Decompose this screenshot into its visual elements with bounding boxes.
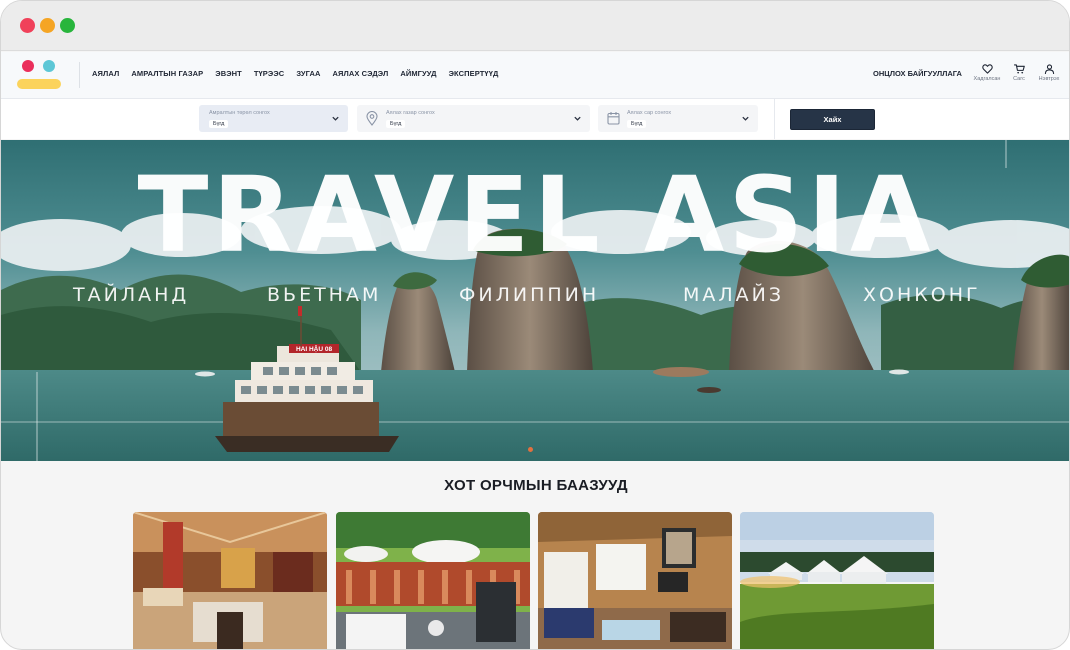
logo-cyan-dot bbox=[43, 60, 55, 72]
vacation-type-select[interactable]: Амралтын төрөл сонгох Бүгд bbox=[199, 105, 348, 132]
search-bar: Амралтын төрөл сонгох Бүгд Аялах газар с… bbox=[1, 99, 1069, 139]
camp-card[interactable] bbox=[336, 512, 530, 649]
camp-card[interactable] bbox=[740, 512, 934, 649]
vacation-type-value: Бүгд bbox=[209, 120, 229, 128]
chevron-down-icon bbox=[742, 116, 749, 121]
browser-window: АЯЛАЛ АМРАЛТЫН ГАЗАР ЭВЭНТ ТҮРЭЭС ЗУГАА … bbox=[0, 0, 1070, 650]
chevron-down-icon bbox=[574, 116, 581, 121]
chevron-down-icon bbox=[332, 116, 339, 121]
hero-banner[interactable]: HAI HẬU 08 TRAVEL ASIA ТАЙЛАНД ВЬЕТНАМ Ф… bbox=[1, 140, 1069, 461]
camp-card[interactable] bbox=[133, 512, 327, 649]
logo-yellow-bar bbox=[17, 79, 61, 89]
cart-icon bbox=[1013, 64, 1025, 74]
nav-item-hangouts[interactable]: ЗУГАА bbox=[296, 69, 320, 78]
nav-item-experts[interactable]: ЭКСПЕРТҮҮД bbox=[449, 69, 499, 78]
destination-select[interactable]: Аялах газар сонгох Бүгд bbox=[357, 105, 590, 132]
location-pin-icon bbox=[366, 111, 378, 126]
nav-item-provinces[interactable]: АЙМГУУД bbox=[400, 69, 436, 78]
boat-sign-text: HAI HẬU 08 bbox=[296, 344, 333, 353]
country-vietnam: ВЬЕТНАМ bbox=[267, 284, 382, 306]
month-value: Бүгд bbox=[627, 120, 647, 128]
login-button[interactable]: Нэвтрэх bbox=[1029, 64, 1069, 82]
close-window-button[interactable] bbox=[20, 18, 35, 33]
country-hongkong: ХОНКОНГ bbox=[863, 284, 981, 306]
main-nav: АЯЛАЛ АМРАЛТЫН ГАЗАР ЭВЭНТ ТҮРЭЭС ЗУГАА … bbox=[92, 69, 510, 78]
calendar-icon bbox=[607, 112, 620, 125]
month-select[interactable]: Аялах сар сонгох Бүгд bbox=[598, 105, 758, 132]
camp-card[interactable] bbox=[538, 512, 732, 649]
site-logo[interactable] bbox=[16, 58, 62, 92]
destination-value: Бүгд bbox=[386, 120, 406, 128]
section-title: ХОТ ОРЧМЫН БААЗУУД bbox=[444, 477, 628, 494]
featured-orgs-link[interactable]: ОНЦЛОХ БАЙГУУЛЛАГА bbox=[873, 69, 962, 78]
user-icon bbox=[1044, 64, 1054, 74]
hero-countries: ТАЙЛАНД ВЬЕТНАМ ФИЛИППИН МАЛАЙЗ ХОНКОНГ bbox=[1, 284, 1069, 306]
nav-item-trips[interactable]: АЯЛАЛ bbox=[92, 69, 119, 78]
destination-label: Аялах газар сонгох bbox=[386, 110, 435, 116]
maximize-window-button[interactable] bbox=[60, 18, 75, 33]
nav-item-rentals[interactable]: ТҮРЭЭС bbox=[254, 69, 284, 78]
ger-interior-image bbox=[133, 512, 327, 649]
terrace-image bbox=[336, 512, 530, 649]
search-divider bbox=[774, 99, 775, 139]
carousel-indicator[interactable] bbox=[528, 447, 533, 452]
header-divider bbox=[79, 62, 80, 88]
cabin-room-image bbox=[538, 512, 732, 649]
nav-item-travel-themes[interactable]: АЯЛАХ СЭДЭЛ bbox=[333, 69, 389, 78]
vacation-type-label: Амралтын төрөл сонгох bbox=[209, 110, 270, 116]
logo-red-dot bbox=[22, 60, 34, 72]
meadow-gers-image bbox=[740, 512, 934, 649]
nav-item-events[interactable]: ЭВЭНТ bbox=[215, 69, 242, 78]
minimize-window-button[interactable] bbox=[40, 18, 55, 33]
month-label: Аялах сар сонгох bbox=[627, 110, 672, 116]
nav-item-resorts[interactable]: АМРАЛТЫН ГАЗАР bbox=[131, 69, 203, 78]
country-philippines: ФИЛИППИН bbox=[459, 284, 600, 306]
heart-icon bbox=[981, 64, 993, 74]
search-button[interactable]: Хайх bbox=[790, 109, 875, 130]
login-label: Нэвтрэх bbox=[1038, 76, 1060, 82]
site-header: АЯЛАЛ АМРАЛТЫН ГАЗАР ЭВЭНТ ТҮРЭЭС ЗУГАА … bbox=[1, 52, 1069, 99]
country-malaysia: МАЛАЙЗ bbox=[683, 284, 785, 306]
country-thailand: ТАЙЛАНД bbox=[73, 284, 190, 306]
hero-title: TRAVEL ASIA bbox=[137, 154, 935, 276]
browser-chrome bbox=[1, 1, 1069, 51]
